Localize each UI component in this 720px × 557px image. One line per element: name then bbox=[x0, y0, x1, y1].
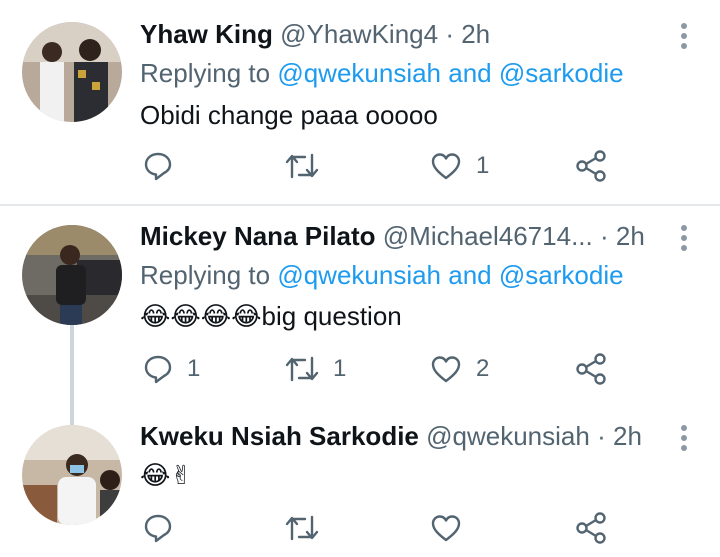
mention-link[interactable]: @sarkodie bbox=[499, 58, 624, 88]
mention-link[interactable]: @qwekunsiah bbox=[277, 58, 441, 88]
like-icon bbox=[430, 151, 462, 181]
like-button[interactable]: 2 bbox=[430, 351, 489, 387]
retweet-count: 1 bbox=[333, 355, 347, 382]
more-options-icon[interactable] bbox=[672, 20, 696, 52]
share-icon bbox=[575, 353, 607, 385]
replying-to-line: Replying to @qwekunsiah and @sarkodie bbox=[140, 57, 624, 89]
tweet-mickey-nana-pilato[interactable]: Mickey Nana Pilato @Michael46714... · 2h… bbox=[0, 205, 720, 405]
like-button[interactable] bbox=[430, 510, 476, 546]
retweet-button[interactable] bbox=[285, 148, 333, 184]
separator-dot: · bbox=[599, 221, 609, 251]
tweet-emoji: 😂😂😂😂 bbox=[140, 302, 262, 332]
tweet-header: Yhaw King @YhawKing4 · 2h bbox=[140, 18, 490, 50]
reply-button[interactable] bbox=[143, 510, 187, 546]
reply-count: 1 bbox=[187, 355, 201, 382]
mention-and[interactable]: and bbox=[448, 260, 491, 290]
tweet-header: Kweku Nsiah Sarkodie @qwekunsiah · 2h bbox=[140, 420, 642, 452]
mention-link[interactable]: @sarkodie bbox=[499, 260, 624, 290]
avatar-yhaw-king[interactable] bbox=[22, 22, 122, 122]
reply-button[interactable]: 1 bbox=[143, 351, 200, 387]
share-icon bbox=[575, 512, 607, 544]
separator-dot: · bbox=[597, 421, 606, 451]
replying-to-line: Replying to @qwekunsiah and @sarkodie bbox=[140, 259, 624, 291]
like-count: 2 bbox=[476, 355, 490, 382]
reply-button[interactable] bbox=[143, 148, 187, 184]
display-name[interactable]: Mickey Nana Pilato bbox=[140, 221, 376, 251]
mention-link[interactable]: @qwekunsiah bbox=[277, 260, 441, 290]
timestamp[interactable]: 2h bbox=[613, 421, 642, 451]
display-name[interactable]: Kweku Nsiah Sarkodie bbox=[140, 421, 419, 451]
user-handle[interactable]: @Michael46714... bbox=[383, 221, 593, 251]
tweet-text: 😂✌ bbox=[140, 459, 192, 492]
tweet-header: Mickey Nana Pilato @Michael46714... · 2h bbox=[140, 220, 645, 252]
reply-icon bbox=[143, 354, 173, 384]
share-button[interactable] bbox=[575, 510, 607, 546]
retweet-icon bbox=[285, 151, 319, 181]
timestamp[interactable]: 2h bbox=[616, 221, 645, 251]
display-name[interactable]: Yhaw King bbox=[140, 19, 273, 49]
tweet-text: 😂😂😂😂big question bbox=[140, 300, 402, 333]
like-button[interactable]: 1 bbox=[430, 148, 489, 184]
user-handle[interactable]: @YhawKing4 bbox=[280, 19, 438, 49]
avatar-kweku-nsiah-sarkodie[interactable] bbox=[22, 425, 122, 525]
like-count: 1 bbox=[476, 152, 490, 179]
replying-to-label: Replying to bbox=[140, 58, 271, 88]
tweet-text: Obidi change paaa ooooo bbox=[140, 100, 438, 130]
reply-icon bbox=[143, 151, 173, 181]
tweet-yhaw-king[interactable]: Yhaw King @YhawKing4 · 2h Replying to @q… bbox=[0, 0, 720, 205]
retweet-icon bbox=[285, 354, 319, 384]
share-button[interactable] bbox=[575, 148, 607, 184]
like-icon bbox=[430, 513, 462, 543]
more-options-icon[interactable] bbox=[672, 222, 696, 254]
replying-to-label: Replying to bbox=[140, 260, 271, 290]
retweet-button[interactable]: 1 bbox=[285, 351, 346, 387]
retweet-icon bbox=[285, 513, 319, 543]
tweet-text-content: big question bbox=[261, 301, 402, 331]
reply-icon bbox=[143, 513, 173, 543]
share-button[interactable] bbox=[575, 351, 607, 387]
share-icon bbox=[575, 150, 607, 182]
mention-and[interactable]: and bbox=[448, 58, 491, 88]
tweet-kweku-nsiah-sarkodie[interactable]: Kweku Nsiah Sarkodie @qwekunsiah · 2h 😂✌ bbox=[0, 405, 720, 557]
retweet-button[interactable] bbox=[285, 510, 333, 546]
timestamp[interactable]: 2h bbox=[461, 19, 490, 49]
like-icon bbox=[430, 354, 462, 384]
separator-dot: · bbox=[445, 19, 454, 49]
user-handle[interactable]: @qwekunsiah bbox=[426, 421, 590, 451]
avatar-mickey-nana-pilato[interactable] bbox=[22, 225, 122, 325]
tweet-emoji: 😂✌ bbox=[140, 461, 193, 491]
more-options-icon[interactable] bbox=[672, 422, 696, 454]
